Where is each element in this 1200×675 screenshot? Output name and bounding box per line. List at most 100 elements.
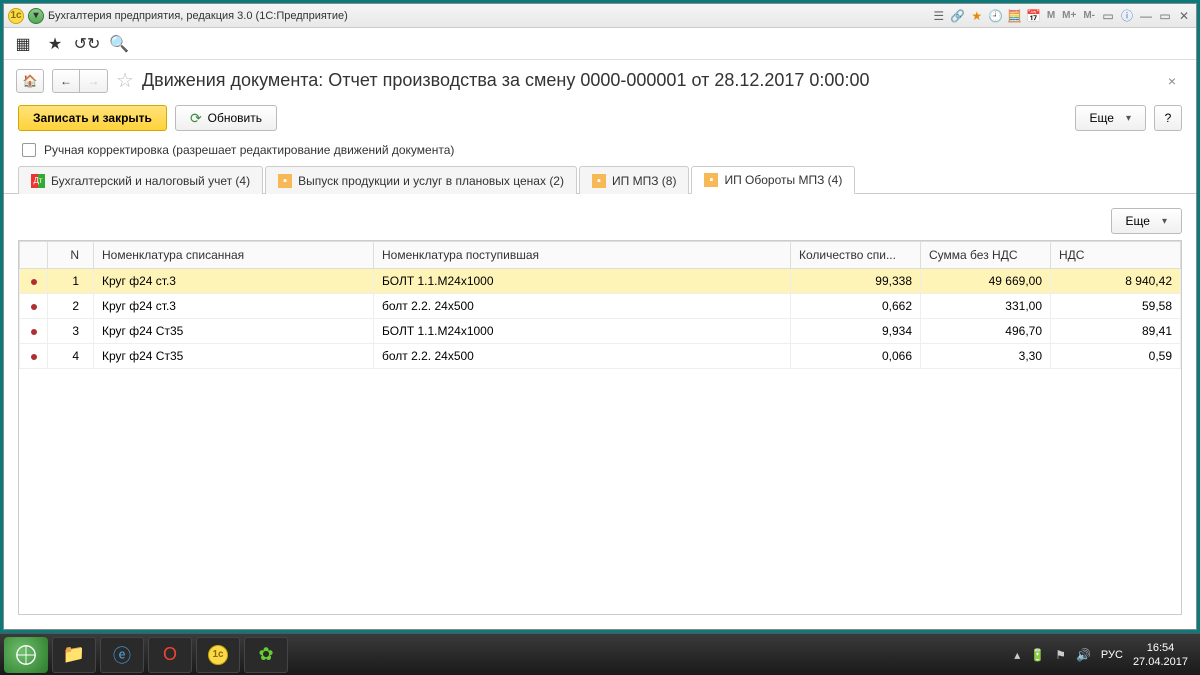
tab-output[interactable]: ▪ Выпуск продукции и услуг в плановых це… — [265, 166, 577, 194]
favorites-icon[interactable]: ★ — [44, 33, 66, 55]
refresh-button[interactable]: Обновить — [175, 105, 277, 131]
tb-doc-icon[interactable]: ▭ — [1100, 8, 1116, 24]
row-marker — [20, 344, 48, 369]
save-close-button[interactable]: Записать и закрыть — [18, 105, 167, 131]
manual-edit-row: Ручная корректировка (разрешает редактир… — [4, 135, 1196, 165]
tab-output-label: Выпуск продукции и услуг в плановых цена… — [298, 174, 564, 188]
row-vat: 89,41 — [1051, 319, 1181, 344]
tb-star-icon[interactable]: ★ — [969, 8, 985, 24]
tb-mem-m[interactable]: M — [1045, 8, 1057, 24]
more-button[interactable]: Еще — [1075, 105, 1146, 131]
tabs: Дт Бухгалтерский и налоговый учет (4) ▪ … — [4, 165, 1196, 194]
row-nom-in: БОЛТ 1.1.М24х1000 — [374, 319, 791, 344]
tab-ip-mpz-icon: ▪ — [592, 174, 606, 188]
row-n: 1 — [48, 269, 94, 294]
tray-clock[interactable]: 16:54 27.04.2017 — [1133, 641, 1188, 669]
row-nom-out: Круг ф24 ст.3 — [94, 294, 374, 319]
task-explorer[interactable]: 📁 — [52, 637, 96, 673]
col-sum[interactable]: Сумма без НДС — [921, 242, 1051, 269]
page-star-icon[interactable]: ☆ — [116, 68, 134, 93]
tray-date: 27.04.2017 — [1133, 655, 1188, 669]
search-icon[interactable]: 🔍 — [108, 33, 130, 55]
tb-info-icon[interactable]: ⓘ — [1119, 8, 1135, 24]
task-1c[interactable]: 1c — [196, 637, 240, 673]
page-title: Движения документа: Отчет производства з… — [142, 70, 870, 91]
row-n: 4 — [48, 344, 94, 369]
table-row[interactable]: 1Круг ф24 ст.3БОЛТ 1.1.М24х100099,33849 … — [20, 269, 1181, 294]
row-vat: 59,58 — [1051, 294, 1181, 319]
row-nom-in: болт 2.2. 24х500 — [374, 344, 791, 369]
tb-calendar-icon[interactable]: 📅 — [1026, 8, 1042, 24]
tb-calc-icon[interactable]: 🧮 — [1007, 8, 1023, 24]
col-vat[interactable]: НДС — [1051, 242, 1181, 269]
app-menu-icon[interactable]: ▾ — [28, 8, 44, 24]
task-ie[interactable]: ⓔ — [100, 637, 144, 673]
col-nom-out[interactable]: Номенклатура списанная — [94, 242, 374, 269]
col-nom-in[interactable]: Номенклатура поступившая — [374, 242, 791, 269]
page-header: 🏠 ← → ☆ Движения документа: Отчет произв… — [4, 60, 1196, 101]
row-n: 2 — [48, 294, 94, 319]
home-button[interactable]: 🏠 — [16, 69, 44, 93]
tb-icon-1[interactable]: ☰ — [931, 8, 947, 24]
tray-battery-icon[interactable]: 🔋 — [1030, 648, 1045, 662]
table-more-button[interactable]: Еще — [1111, 208, 1182, 234]
table-row[interactable]: 3Круг ф24 Ст35БОЛТ 1.1.М24х10009,934496,… — [20, 319, 1181, 344]
tab-ip-mpz-label: ИП МПЗ (8) — [612, 174, 676, 188]
taskbar: 📁 ⓔ O 1c ✿ ▴ 🔋 ⚑ 🔊 РУС 16:54 27.04.2017 — [0, 633, 1200, 675]
row-sum: 49 669,00 — [921, 269, 1051, 294]
window-title: Бухгалтерия предприятия, редакция 3.0 (1… — [48, 10, 348, 22]
tb-close-icon[interactable]: ✕ — [1176, 8, 1192, 24]
tab-accounting[interactable]: Дт Бухгалтерский и налоговый учет (4) — [18, 166, 263, 194]
tb-icon-2[interactable]: 🔗 — [950, 8, 966, 24]
refresh-label: Обновить — [208, 111, 262, 125]
nav-back-button[interactable]: ← — [52, 69, 80, 93]
action-bar: Записать и закрыть Обновить Еще ? — [4, 101, 1196, 135]
tab-ip-mpz[interactable]: ▪ ИП МПЗ (8) — [579, 166, 689, 194]
tray-time: 16:54 — [1133, 641, 1188, 655]
row-n: 3 — [48, 319, 94, 344]
row-marker — [20, 319, 48, 344]
tab-ip-turnover[interactable]: ▪ ИП Обороты МПЗ (4) — [691, 166, 855, 194]
data-table: N Номенклатура списанная Номенклатура по… — [19, 241, 1181, 369]
tb-minimize-icon[interactable]: — — [1138, 8, 1154, 24]
tray-flag-icon[interactable]: ⚑ — [1055, 648, 1066, 662]
tray-volume-icon[interactable]: 🔊 — [1076, 648, 1091, 662]
help-button[interactable]: ? — [1154, 105, 1182, 131]
tb-mem-mp[interactable]: M+ — [1060, 8, 1078, 24]
row-qty: 0,662 — [791, 294, 921, 319]
row-qty: 99,338 — [791, 269, 921, 294]
row-qty: 0,066 — [791, 344, 921, 369]
start-button[interactable] — [4, 637, 48, 673]
row-marker — [20, 294, 48, 319]
row-vat: 0,59 — [1051, 344, 1181, 369]
manual-edit-checkbox[interactable] — [22, 143, 36, 157]
tb-maximize-icon[interactable]: ▭ — [1157, 8, 1173, 24]
row-sum: 3,30 — [921, 344, 1051, 369]
tab-output-icon: ▪ — [278, 174, 292, 188]
col-n[interactable]: N — [48, 242, 94, 269]
table-row[interactable]: 2Круг ф24 ст.3болт 2.2. 24х5000,662331,0… — [20, 294, 1181, 319]
history-icon[interactable]: ↺↻ — [76, 33, 98, 55]
row-vat: 8 940,42 — [1051, 269, 1181, 294]
tb-clock-icon[interactable]: 🕘 — [988, 8, 1004, 24]
tray-lang[interactable]: РУС — [1101, 649, 1123, 661]
tb-mem-mm[interactable]: M- — [1081, 8, 1097, 24]
task-icq[interactable]: ✿ — [244, 637, 288, 673]
row-nom-in: БОЛТ 1.1.М24х1000 — [374, 269, 791, 294]
nav-forward-button[interactable]: → — [80, 69, 108, 93]
tab-content: Еще N Номенклатура списанная Номенклатур… — [4, 194, 1196, 629]
nav-buttons: ← → — [52, 69, 108, 93]
task-opera[interactable]: O — [148, 637, 192, 673]
tab-ip-turnover-label: ИП Обороты МПЗ (4) — [724, 173, 842, 187]
tray-up-icon[interactable]: ▴ — [1014, 648, 1020, 662]
col-qty[interactable]: Количество спи... — [791, 242, 921, 269]
col-marker[interactable] — [20, 242, 48, 269]
table-header-row: N Номенклатура списанная Номенклатура по… — [20, 242, 1181, 269]
apps-icon[interactable]: ▦ — [12, 33, 34, 55]
page-close-icon[interactable]: × — [1160, 73, 1184, 89]
table-row[interactable]: 4Круг ф24 Ст35болт 2.2. 24х5000,0663,300… — [20, 344, 1181, 369]
app-window: 1c ▾ Бухгалтерия предприятия, редакция 3… — [3, 3, 1197, 630]
window-titlebar: 1c ▾ Бухгалтерия предприятия, редакция 3… — [4, 4, 1196, 28]
row-nom-in: болт 2.2. 24х500 — [374, 294, 791, 319]
row-nom-out: Круг ф24 Ст35 — [94, 344, 374, 369]
